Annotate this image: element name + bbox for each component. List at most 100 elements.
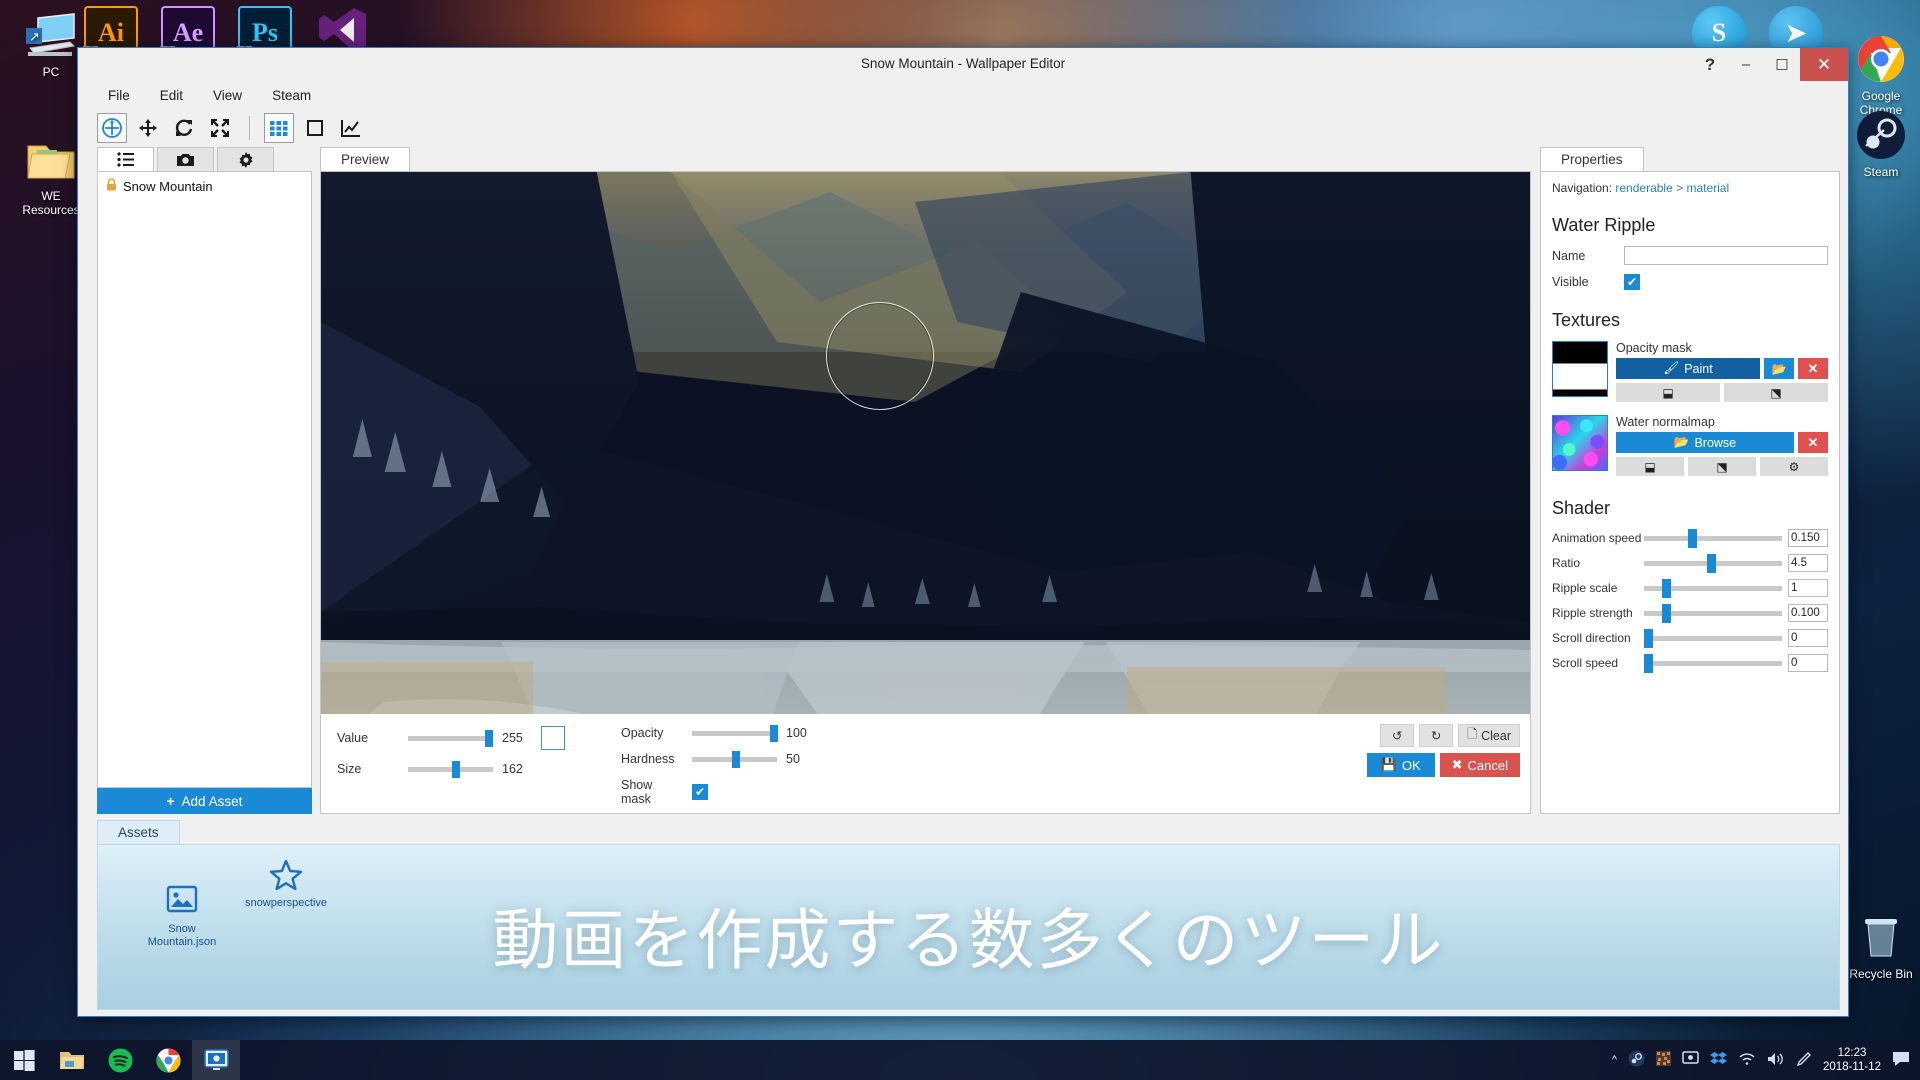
start-button[interactable] [0, 1040, 48, 1080]
opacity-mask-delete-button[interactable]: ✕ [1798, 358, 1828, 379]
desktop-icon-label: Recycle Bin [1849, 967, 1913, 981]
wallpaper-engine-tray-icon[interactable] [1656, 1051, 1672, 1069]
redo-button[interactable]: ↻ [1419, 724, 1454, 747]
brush-opacity-slider[interactable] [692, 724, 778, 742]
close-button[interactable]: ✕ [1800, 48, 1848, 81]
shader-param-row: Ripple strength 0.100 [1552, 603, 1828, 623]
layer-tree[interactable]: Snow Mountain [97, 171, 312, 788]
chevron-up-icon[interactable]: ^ [1612, 1054, 1617, 1066]
select-tool-button[interactable] [97, 113, 127, 143]
speaker-tray-icon[interactable] [1767, 1052, 1785, 1069]
name-label: Name [1552, 248, 1586, 263]
brush-size-number: 162 [502, 762, 523, 776]
shader-param-slider[interactable] [1644, 603, 1782, 623]
bounds-toggle-button[interactable] [300, 113, 330, 143]
brush-color-swatch[interactable] [541, 726, 565, 750]
chrome-button[interactable] [144, 1040, 192, 1080]
opacity-mask-browse-button[interactable]: 📂 [1764, 358, 1794, 379]
ok-button[interactable]: 💾 OK [1366, 753, 1435, 777]
shader-param-label: Ripple scale [1552, 581, 1618, 595]
clear-button[interactable]: 🗋 Clear [1458, 724, 1520, 747]
shader-param-slider[interactable] [1644, 653, 1782, 673]
camera-tab[interactable] [157, 147, 214, 171]
water-normalmap-extra-row: ⬓ ⬔ ⚙ [1616, 457, 1828, 476]
show-mask-checkbox[interactable]: ✔ [692, 784, 708, 800]
desktop-icon-recycle-bin[interactable]: Recycle Bin [1838, 910, 1920, 981]
shader-param-value[interactable]: 4.5 [1788, 554, 1828, 572]
shader-param-value[interactable]: 0.100 [1788, 604, 1828, 622]
water-normalmap-import-button[interactable]: ⬓ [1616, 457, 1684, 476]
shader-param-slider[interactable] [1644, 528, 1782, 548]
scale-tool-button[interactable] [205, 113, 235, 143]
dropbox-tray-icon[interactable] [1710, 1051, 1728, 1070]
add-asset-label: Add Asset [181, 793, 243, 809]
clock-date: 2018-11-12 [1823, 1061, 1881, 1073]
brush-hardness-slider[interactable] [692, 750, 777, 768]
water-normalmap-settings-button[interactable]: ⚙ [1760, 457, 1828, 476]
preview-tabs: Preview [320, 147, 1531, 171]
title-bar[interactable]: Snow Mountain - Wallpaper Editor ? – ☐ ✕ [78, 48, 1848, 81]
undo-button[interactable]: ↺ [1380, 724, 1415, 747]
minimize-button[interactable]: – [1728, 48, 1764, 81]
brush-size-slider[interactable] [408, 760, 493, 778]
wallpaper-engine-button[interactable] [192, 1040, 240, 1080]
assets-content[interactable]: Snow Mountain.json snowperspective 動画を作成… [97, 844, 1840, 1010]
notification-center-icon[interactable] [1892, 1051, 1910, 1070]
maximize-button[interactable]: ☐ [1764, 48, 1800, 81]
brush-value-slider[interactable] [408, 729, 493, 747]
cancel-button[interactable]: ✖ Cancel [1439, 753, 1520, 777]
visible-checkbox[interactable]: ✔ [1624, 274, 1640, 290]
name-input[interactable] [1624, 246, 1828, 265]
desktop-icon-steam[interactable]: Steam [1838, 108, 1920, 179]
shader-param-slider[interactable] [1644, 628, 1782, 648]
paint-button[interactable]: 🖌 Paint [1616, 358, 1760, 379]
shader-param-value[interactable]: 0 [1788, 629, 1828, 647]
preview-canvas[interactable] [321, 172, 1530, 714]
opacity-mask-import-button[interactable]: ⬓ [1616, 383, 1720, 402]
promo-overlay-text: 動画を作成する数多くのツール [492, 902, 1445, 979]
shader-param-label: Scroll speed [1552, 656, 1619, 670]
menu-item-view[interactable]: View [209, 86, 246, 105]
layers-tab[interactable] [97, 147, 154, 171]
settings-tab[interactable] [217, 147, 274, 171]
help-button[interactable]: ? [1692, 48, 1728, 81]
grid-toggle-button[interactable] [264, 113, 294, 143]
taskbar-clock[interactable]: 12:23 2018-11-12 [1823, 1046, 1881, 1074]
move-tool-button[interactable] [133, 113, 163, 143]
tab-properties[interactable]: Properties [1540, 147, 1644, 171]
properties-panel: Properties Navigation: renderable > mate… [1540, 147, 1840, 814]
tree-item-snow-mountain[interactable]: Snow Mountain [106, 178, 303, 194]
file-explorer-button[interactable] [48, 1040, 96, 1080]
menu-item-file[interactable]: File [104, 86, 134, 105]
shader-param-slider[interactable] [1644, 578, 1782, 598]
tab-assets[interactable]: Assets [97, 820, 180, 844]
opacity-mask-export-button[interactable]: ⬔ [1724, 383, 1828, 402]
add-asset-button[interactable]: + Add Asset [97, 788, 312, 814]
desktop-icon-chrome[interactable]: Google Chrome [1838, 4, 1920, 117]
menu-item-steam[interactable]: Steam [268, 86, 315, 105]
shader-param-value[interactable]: 0 [1788, 654, 1828, 672]
browse-button[interactable]: 📂 Browse [1616, 432, 1794, 453]
shader-param-value[interactable]: 1 [1788, 579, 1828, 597]
desktop-icon-label: PC [42, 65, 60, 79]
svg-text:↗: ↗ [29, 29, 40, 44]
shader-param-value[interactable]: 0.150 [1788, 529, 1828, 547]
water-normalmap-export-button[interactable]: ⬔ [1688, 457, 1756, 476]
shader-param-slider[interactable] [1644, 553, 1782, 573]
left-panel: Snow Mountain + Add Asset [97, 147, 312, 814]
pen-tray-icon[interactable] [1796, 1051, 1812, 1070]
water-normalmap-delete-button[interactable]: ✕ [1798, 432, 1828, 453]
tab-preview[interactable]: Preview [320, 147, 411, 171]
wifi-tray-icon[interactable] [1738, 1052, 1756, 1069]
rotate-tool-button[interactable] [169, 113, 199, 143]
brush-left-controls: Value 255 Size 162 [337, 726, 565, 778]
menu-item-edit[interactable]: Edit [156, 86, 187, 105]
breadcrumb-renderable[interactable]: renderable [1615, 181, 1672, 195]
opacity-mask-thumbnail[interactable] [1552, 341, 1608, 397]
graph-editor-button[interactable] [336, 113, 366, 143]
steam-tray-icon[interactable] [1628, 1050, 1645, 1070]
breadcrumb-material[interactable]: material [1686, 181, 1729, 195]
spotify-button[interactable] [96, 1040, 144, 1080]
water-normalmap-thumbnail[interactable] [1552, 415, 1608, 471]
monitor-tray-icon[interactable] [1682, 1051, 1699, 1069]
